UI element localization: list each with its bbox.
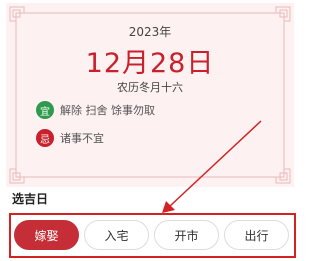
arrow-head-icon [162, 201, 175, 213]
almanac-page: 2023年 12月28日 农历冬月十六 宜 解除 扫舍 馀事勿取 忌 诸事不宜 … [0, 0, 300, 261]
ji-row: 忌 诸事不宜 [36, 129, 104, 147]
ji-badge: 忌 [36, 129, 54, 147]
highlight-box [9, 213, 296, 258]
almanac-card: 2023年 12月28日 农历冬月十六 宜 解除 扫舍 馀事勿取 忌 诸事不宜 [6, 3, 294, 187]
lunar-date-label: 农历冬月十六 [117, 81, 183, 94]
yi-text: 解除 扫舍 馀事勿取 [60, 104, 155, 117]
year-label: 2023年 [128, 25, 172, 39]
yi-badge: 宜 [36, 101, 54, 119]
ji-text: 诸事不宜 [60, 132, 104, 145]
date-label: 12月28日 [85, 48, 215, 79]
section-title: 选吉日 [12, 192, 49, 206]
yi-row: 宜 解除 扫舍 馀事勿取 [36, 101, 155, 119]
